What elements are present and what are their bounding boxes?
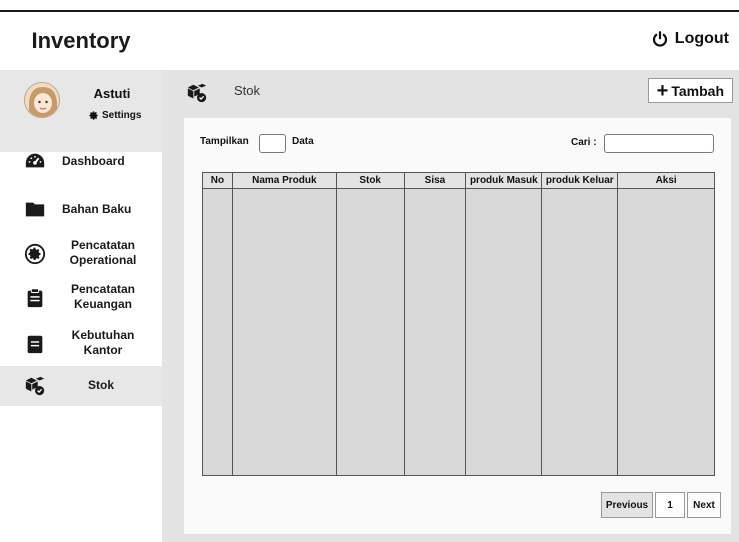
sidebar-item-pencatatan-operational[interactable]: Pencatatan Operational bbox=[0, 236, 162, 272]
main-panel: Stok + Tambah Tampilkan Data Cari : No N… bbox=[162, 70, 739, 542]
gear-icon bbox=[24, 243, 46, 265]
folder-icon bbox=[24, 198, 46, 220]
sidebar-item-label: Bahan Baku bbox=[62, 202, 132, 216]
user-name: Astuti bbox=[93, 86, 131, 101]
plus-icon: + bbox=[656, 79, 669, 102]
sidebar-item-pencatatan-keuangan[interactable]: Pencatatan Keuangan bbox=[0, 280, 162, 316]
clipboard-icon bbox=[24, 287, 46, 309]
column-header-produk-masuk[interactable]: produk Masuk bbox=[465, 172, 543, 189]
settings-link[interactable]: Settings bbox=[88, 110, 141, 121]
document-icon bbox=[24, 333, 46, 355]
column-header-aksi: Aksi bbox=[617, 172, 715, 189]
page-title: Stok bbox=[234, 83, 261, 98]
settings-label: Settings bbox=[102, 110, 142, 121]
search-label: Cari : bbox=[571, 137, 597, 148]
user-panel: Astuti Settings bbox=[0, 70, 162, 152]
page-number-button[interactable]: 1 bbox=[655, 492, 685, 518]
table-cell bbox=[231, 188, 337, 476]
avatar[interactable] bbox=[24, 82, 60, 118]
column-header-produk-keluar[interactable]: produk Keluar bbox=[541, 172, 619, 189]
logout-button[interactable]: Logout bbox=[651, 30, 729, 48]
sidebar-item-dashboard[interactable]: Dashboard bbox=[0, 146, 162, 176]
sidebar-item-stok[interactable]: Stok bbox=[0, 366, 162, 406]
table-cell bbox=[617, 188, 715, 476]
logout-label: Logout bbox=[674, 30, 729, 47]
table-header-row: No Nama Produk Stok Sisa produk Masuk pr… bbox=[202, 172, 715, 189]
sidebar-item-label: Dashboard bbox=[62, 154, 125, 168]
table-cell bbox=[541, 188, 619, 476]
sidebar-item-kebutuhan-kantor[interactable]: Kebutuhan Kantor bbox=[0, 326, 162, 362]
column-header-no[interactable]: No bbox=[202, 172, 233, 189]
data-label: Data bbox=[292, 136, 314, 147]
column-header-stok[interactable]: Stok bbox=[335, 172, 405, 189]
empty-table-body bbox=[202, 188, 715, 476]
table-cell bbox=[465, 188, 543, 476]
stock-table: No Nama Produk Stok Sisa produk Masuk pr… bbox=[202, 172, 715, 476]
page-header: Stok + Tambah bbox=[162, 70, 739, 108]
column-header-nama-produk[interactable]: Nama Produk bbox=[231, 172, 337, 189]
show-entries-input[interactable] bbox=[259, 134, 286, 153]
sidebar: Inventory Astuti Settings Dashboard Baha… bbox=[0, 12, 162, 542]
table-cell bbox=[403, 188, 467, 476]
column-header-sisa[interactable]: Sisa bbox=[403, 172, 467, 189]
sidebar-item-label: Stok bbox=[88, 378, 115, 392]
table-card: Tampilkan Data Cari : No Nama Produk Sto… bbox=[184, 118, 731, 534]
sidebar-item-label: Pencatatan Operational bbox=[69, 238, 137, 267]
pagination: Previous 1 Next bbox=[601, 492, 721, 518]
boxes-icon bbox=[187, 83, 207, 103]
table-cell bbox=[202, 188, 233, 476]
search-input[interactable] bbox=[604, 134, 714, 153]
previous-page-button[interactable]: Previous bbox=[601, 492, 653, 518]
sidebar-item-label: Pencatatan Keuangan bbox=[70, 282, 136, 311]
gear-icon bbox=[89, 111, 98, 120]
dashboard-icon bbox=[24, 150, 46, 172]
add-button-label: Tambah bbox=[671, 82, 724, 99]
boxes-icon bbox=[24, 375, 46, 397]
next-page-button[interactable]: Next bbox=[687, 492, 721, 518]
sidebar-item-bahan-baku[interactable]: Bahan Baku bbox=[0, 194, 162, 224]
table-cell bbox=[335, 188, 405, 476]
add-button[interactable]: + Tambah bbox=[647, 78, 733, 103]
sidebar-item-label: Kebutuhan Kantor bbox=[71, 328, 135, 357]
show-entries-label: Tampilkan bbox=[200, 136, 249, 147]
power-icon bbox=[652, 31, 667, 47]
app-title: Inventory bbox=[31, 28, 131, 53]
